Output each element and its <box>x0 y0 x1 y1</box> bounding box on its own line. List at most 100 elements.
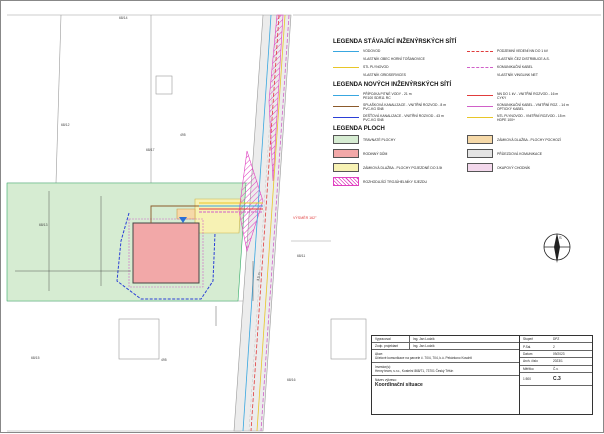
legend-line-swatch <box>333 75 359 76</box>
legend-area-item: PŘÍJEZDOVÁ KOMUNIKACE <box>467 149 595 158</box>
legend-item-sublabel: PVC-KG SN8 <box>363 106 384 111</box>
legend-area-item: ROZHODUJÍCÍ TROJÚHELNÍKY SJEZDU <box>333 177 461 186</box>
house <box>132 222 200 284</box>
tb-key: Zodp. projektant <box>372 343 410 349</box>
legend-area-swatch <box>467 135 493 144</box>
tb-value: Ing. Jan Lodzík <box>413 344 435 348</box>
driveway-paving <box>194 198 242 234</box>
legend-area-swatch <box>333 149 359 158</box>
parcel-label: 68/16 <box>287 378 296 382</box>
legend-item-text: PŘÍPOJKA PITNÉ VODY - 21 m PE100 SDR11 RC <box>363 92 412 100</box>
legend-item-text: DEŠŤOVÁ KANALIZACE - VNITŘNÍ ROZVOD - 43… <box>363 114 444 122</box>
parcel-label: 495 <box>161 358 167 362</box>
parcel-label: 68/12 <box>61 123 70 127</box>
legend-area-label: ZÁMKOVÁ DLAŽBA - PLOCHY POCHOZÍ <box>497 137 561 142</box>
legend-areas-title: LEGENDA PLOCH <box>333 126 385 132</box>
tb-author-row: Vypracoval Ing. Jan Lodzík <box>372 336 519 343</box>
legend-line-swatch <box>467 75 493 76</box>
legend-area-label: OKAPOVÝ CHODNÍK <box>497 165 531 170</box>
legend-arrow-swatch <box>333 106 359 107</box>
legend-item-sublabel: CYKY <box>497 95 507 100</box>
legend-item-label: VLASTNÍK GRIDSERVICES <box>363 73 406 77</box>
parcel-label: 68/11 <box>297 254 305 258</box>
tb-drawing-name: Koordinační situace <box>375 382 423 388</box>
tb-meta-key: P.Sal. <box>523 344 532 349</box>
legend-arrow-swatch <box>467 106 493 107</box>
tb-meta-row: Měřítko Č.v. <box>520 366 592 373</box>
legend-item-text: NTL PLYNOVOD - VNITŘNÍ ROZVOD - 15 m HDPE… <box>497 114 565 122</box>
legend-item-text: KOMUNIKAČNÍ KABEL - VNITŘNÍ ROZ. - 14 mO… <box>497 103 569 111</box>
legend-item: VLASTNÍK GRIDSERVICES <box>333 72 461 78</box>
tb-responsible-row: Zodp. projektant Ing. Jan Lodzík <box>372 343 519 350</box>
legend-line-swatch <box>333 59 359 60</box>
legend-item: NTL PLYNOVOD - VNITŘNÍ ROZVOD - 15 m HDPE… <box>467 113 595 122</box>
legend-item: KOMUNIKAČNÍ KABEL <box>467 64 595 70</box>
north-arrow: S <box>543 233 571 263</box>
direction-annotation: VÝSMĚR 162° <box>293 215 317 220</box>
tb-meta-key: Stupeň <box>523 337 534 342</box>
tb-sheet-number: C.3 <box>553 375 561 382</box>
parcel-label: 68/17 <box>146 148 155 152</box>
legend-item: DEŠŤOVÁ KANALIZACE - VNITŘNÍ ROZVOD - 43… <box>333 113 461 122</box>
legend-item: VLASTNÍK VINGLINK NET <box>467 72 595 78</box>
tb-meta-row: P.Sal. 2 <box>520 343 592 351</box>
tb-meta-key: Měřítko <box>523 366 534 371</box>
tb-key: Vypracoval <box>372 336 410 342</box>
legend-arrow-swatch <box>333 95 359 96</box>
tb-meta-value: 2023/1 <box>553 359 563 364</box>
legend-area-swatch <box>333 163 359 172</box>
tb-meta-value: DPZ <box>553 337 560 342</box>
legend-item-sublabel: HDPE 100+ <box>497 117 515 122</box>
north-label: S <box>559 235 562 240</box>
legend-area-swatch <box>333 177 359 186</box>
tb-meta-row: Arch. číslo 2023/1 <box>520 358 592 366</box>
legend-area-swatch <box>467 163 493 172</box>
legend-area-label: ROZHODUJÍCÍ TROJÚHELNÍKY SJEZDU <box>363 179 427 184</box>
tb-meta-key: Datum <box>523 351 533 356</box>
tb-value: Ing. Jan Lodzík <box>413 337 435 341</box>
legend-area-label: PŘÍJEZDOVÁ KOMUNIKACE <box>497 151 543 156</box>
tb-project: Akce: Účelové komunikace na parcele č. 7… <box>372 350 519 363</box>
legend-area-item: ZÁMKOVÁ DLAŽBA - PLOCHY POJEZDNÉ DO 3.5t <box>333 163 461 172</box>
tb-scale: 1:500 <box>523 376 531 381</box>
legend-item-sublabel: OPTICKÝ KABEL <box>497 106 524 111</box>
legend: LEGENDA STÁVAJÍCÍ INŽENÝRSKÝCH SÍTÍ VODO… <box>333 37 595 186</box>
legend-item-sublabel: PE100 SDR11 RC <box>363 95 391 100</box>
legend-item: VODOVOD <box>333 48 461 54</box>
drawing-sheet: 68/14 68/12 495 68/17 68/13 68/11 68/15 … <box>0 0 604 433</box>
tb-drawing: Název výkresu: Koordinační situace <box>372 376 519 390</box>
parcel-label: 68/15 <box>31 356 40 360</box>
tb-meta-row: Datum 09/2023 <box>520 351 592 359</box>
legend-item-label: VLASTNÍK ČEZ DISTRIBUCE A.S. <box>497 57 550 61</box>
legend-arrow-swatch <box>467 95 493 96</box>
legend-item: VLASTNÍK ČEZ DISTRIBUCE A.S. <box>467 56 595 62</box>
tb-meta-value: 09/2023 <box>553 351 565 356</box>
legend-item-label: VLASTNÍK OBEC HORNÍ TOŠANOVICE <box>363 57 425 61</box>
legend-arrow-swatch <box>467 117 493 118</box>
legend-line-swatch <box>467 50 493 52</box>
legend-item: STL PLYNOVOD <box>333 64 461 70</box>
legend-area-label: ZÁMKOVÁ DLAŽBA - PLOCHY POJEZDNÉ DO 3.5t <box>363 165 443 170</box>
legend-item: PODZEMNÍ VEDENÍ NN DO 1 kV <box>467 48 595 54</box>
tb-meta-value: 2 <box>553 344 555 349</box>
legend-area-item: TRAVNATÉ PLOCHY <box>333 135 461 144</box>
legend-arrow-swatch <box>333 117 359 118</box>
title-block-left: Vypracoval Ing. Jan Lodzík Zodp. projekt… <box>372 336 520 414</box>
title-block-right: Stupeň DPZ P.Sal. 2 Datum 09/2023 Arch. číslo 2… <box>520 336 592 414</box>
legend-item-label: VODOVOD <box>363 49 381 53</box>
parcel-label: 68/13 <box>39 223 48 227</box>
legend-area-label: RODINNÝ DŮM <box>363 151 388 156</box>
legend-existing-title: LEGENDA STÁVAJÍCÍ INŽENÝRSKÝCH SÍTÍ <box>333 39 457 45</box>
tb-meta-row: Stupeň DPZ <box>520 336 592 344</box>
legend-line-swatch <box>467 59 493 60</box>
legend-item: KOMUNIKAČNÍ KABEL - VNITŘNÍ ROZ. - 14 mO… <box>467 102 595 111</box>
legend-new-title: LEGENDA NOVÝCH INŽENÝRSKÝCH SÍTÍ <box>333 82 452 88</box>
tb-investor-text: Henry team, s.r.o., Kostelní 868/71, 737… <box>375 369 454 373</box>
legend-area-item: RODINNÝ DŮM <box>333 149 461 158</box>
tb-meta-key: Arch. číslo <box>523 359 538 364</box>
title-block: Vypracoval Ing. Jan Lodzík Zodp. projekt… <box>371 335 593 415</box>
legend-item: NN DO 1 kV - VNITŘNÍ ROZVOD - 16 m CYKY <box>467 91 595 100</box>
legend-area-item: OKAPOVÝ CHODNÍK <box>467 163 595 172</box>
tb-investor: Investor(s): Henry team, s.r.o., Kosteln… <box>372 363 519 376</box>
legend-line-swatch <box>333 50 359 52</box>
